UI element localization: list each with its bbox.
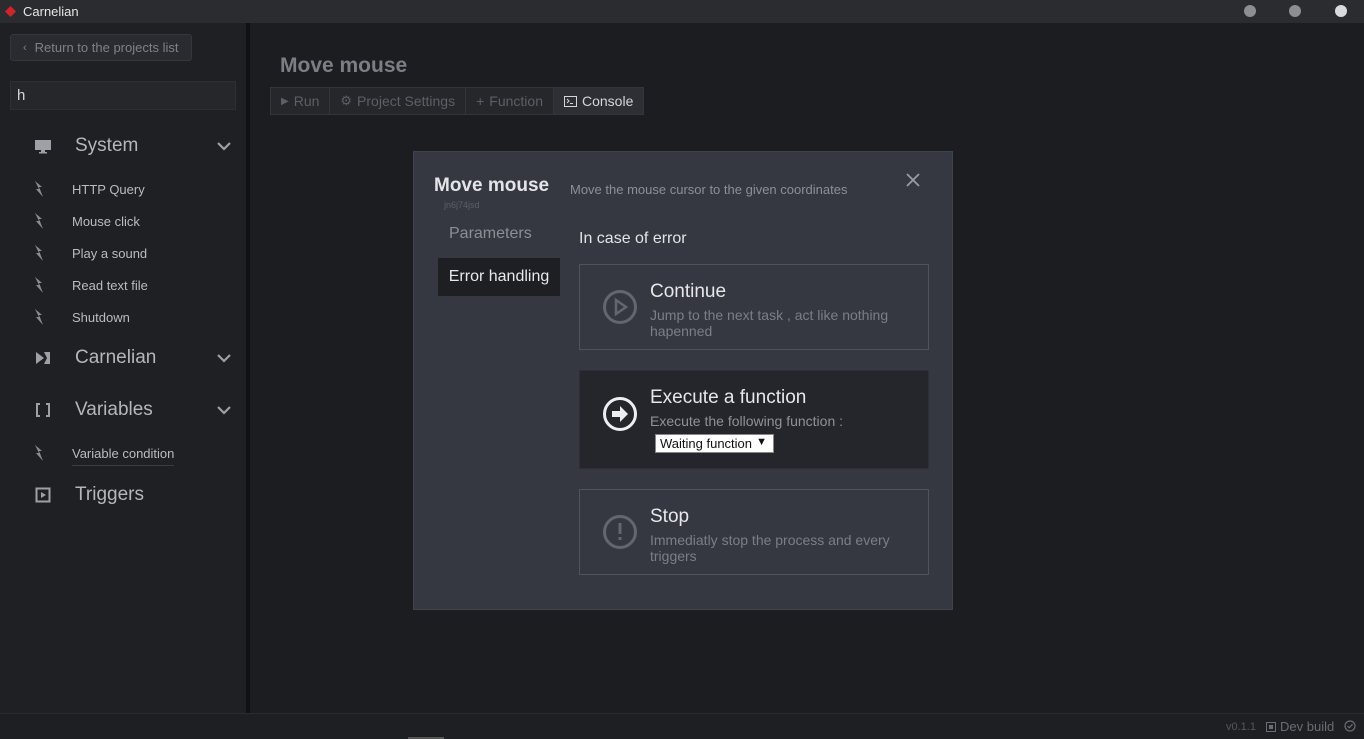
chevron-down-icon[interactable] — [216, 350, 232, 366]
page-title: Move mouse — [280, 54, 408, 77]
dev-build-label: Dev build — [1266, 719, 1334, 734]
project-settings-button[interactable]: ⚙ Project Settings — [330, 88, 467, 114]
brackets-icon — [36, 403, 50, 417]
check-circle-icon — [1344, 720, 1356, 732]
item-label: Read text file — [72, 277, 148, 293]
chevron-left-icon: ‹ — [23, 41, 27, 54]
option-title: Execute a function — [650, 387, 807, 408]
function-label: Function — [489, 93, 543, 109]
gear-icon: ⚙ — [340, 93, 353, 108]
dropdown-arrow-icon: ▼ — [756, 436, 767, 448]
title-bar: Carnelian — [0, 0, 1364, 23]
tab-error-handling[interactable]: Error handling — [438, 258, 560, 296]
item-label: Shutdown — [72, 309, 130, 325]
category-label: Variables — [75, 399, 153, 420]
app-title: Carnelian — [23, 4, 79, 19]
function-select-value: Waiting function — [660, 436, 753, 451]
plus-icon: + — [476, 93, 485, 109]
item-label: Variable condition — [72, 446, 175, 466]
bolt-icon — [35, 181, 43, 197]
carnelian-logo-icon — [5, 6, 16, 17]
category-label: Triggers — [75, 484, 144, 505]
option-execute-function[interactable]: Execute a function Execute the following… — [579, 370, 929, 469]
back-to-projects-button[interactable]: ‹ Return to the projects list — [10, 34, 192, 61]
terminal-icon — [564, 95, 577, 107]
console-button[interactable]: Console — [554, 88, 644, 114]
build-icon — [1266, 721, 1276, 732]
chevron-down-icon[interactable] — [216, 402, 232, 418]
sidebar-item-play-a-sound[interactable]: Play a sound — [0, 242, 246, 264]
console-label: Console — [582, 93, 634, 109]
category-label: Carnelian — [75, 347, 157, 368]
bolt-icon — [35, 309, 43, 325]
category-triggers[interactable]: Triggers — [0, 480, 246, 510]
version-label: v0.1.1 — [1226, 721, 1256, 733]
run-button[interactable]: ▶ Run — [271, 88, 331, 114]
category-label: System — [75, 135, 139, 156]
close-icon[interactable] — [904, 171, 922, 189]
toolbar: ▶ Run ⚙ Project Settings + Function Cons… — [270, 87, 645, 115]
sidebar-divider — [246, 23, 250, 713]
item-label: HTTP Query — [72, 181, 145, 197]
option-description: Jump to the next task , act like nothing… — [650, 307, 889, 339]
tab-parameters[interactable]: Parameters — [449, 225, 532, 243]
sidebar-item-shutdown[interactable]: Shutdown — [0, 306, 246, 328]
back-button-label: Return to the projects list — [34, 40, 179, 55]
monitor-icon — [35, 140, 51, 154]
item-label: Play a sound — [72, 245, 148, 261]
play-icon: ▶ — [281, 95, 289, 107]
sidebar-item-http-query[interactable]: HTTP Query — [0, 178, 246, 200]
status-bar: v0.1.1 Dev build — [0, 713, 1364, 739]
task-modal: Move mouse jn6j74jsd Move the mouse curs… — [413, 151, 953, 610]
option-description: Immediatly stop the process and every tr… — [650, 532, 890, 564]
search-input[interactable] — [10, 81, 236, 110]
function-button[interactable]: + Function — [466, 88, 554, 114]
sidebar-item-mouse-click[interactable]: Mouse click — [0, 210, 246, 232]
minimize-button[interactable] — [1244, 5, 1256, 17]
option-title: Stop — [650, 506, 690, 527]
category-system[interactable]: System — [0, 131, 246, 161]
exclamation-circle-icon — [603, 515, 637, 549]
function-select[interactable]: Waiting function ▼ — [655, 434, 774, 453]
category-carnelian[interactable]: Carnelian — [0, 343, 246, 373]
run-label: Run — [293, 93, 320, 109]
build-text: Dev build — [1280, 719, 1335, 734]
option-description: Execute the following function : — [650, 413, 844, 429]
close-window-button[interactable] — [1335, 5, 1347, 17]
bolt-icon — [35, 445, 43, 461]
bolt-icon — [35, 277, 43, 293]
carnelian-icon — [36, 352, 50, 364]
option-continue[interactable]: Continue Jump to the next task , act lik… — [579, 264, 929, 350]
modal-title: Move mouse — [434, 175, 550, 196]
bolt-icon — [35, 245, 43, 261]
task-id: jn6j74jsd — [444, 200, 480, 210]
chevron-down-icon[interactable] — [216, 138, 232, 154]
maximize-button[interactable] — [1289, 5, 1301, 17]
settings-label: Project Settings — [357, 93, 456, 109]
section-title: In case of error — [579, 230, 687, 247]
trigger-icon — [35, 487, 51, 503]
option-title: Continue — [650, 281, 727, 302]
modal-description: Move the mouse cursor to the given coord… — [570, 182, 848, 197]
play-circle-icon — [603, 290, 637, 324]
item-label: Mouse click — [72, 213, 140, 229]
sidebar-item-variable-condition[interactable]: Variable condition — [0, 442, 246, 470]
bolt-icon — [35, 213, 43, 229]
sidebar-item-read-text-file[interactable]: Read text file — [0, 274, 246, 296]
arrow-right-circle-icon — [603, 397, 637, 431]
category-variables[interactable]: Variables — [0, 395, 246, 425]
option-stop[interactable]: Stop Immediatly stop the process and eve… — [579, 489, 929, 575]
